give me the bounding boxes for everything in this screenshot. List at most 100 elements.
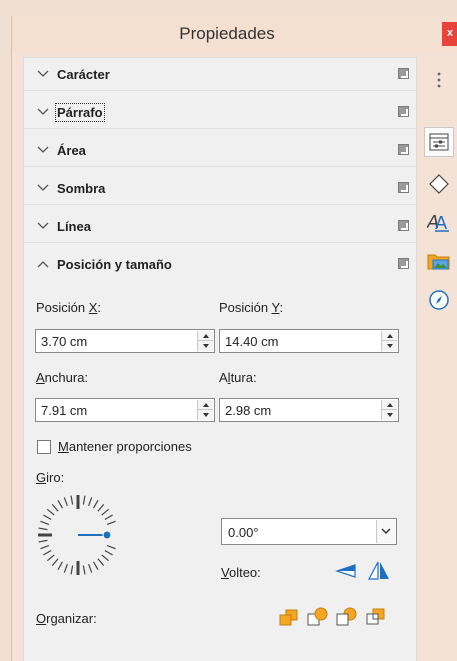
properties-panel: Carácter Párrafo Área Sombra Línea Posic… (23, 57, 417, 661)
bring-to-front-icon[interactable] (279, 609, 299, 627)
more-options-icon[interactable] (398, 106, 409, 117)
diamond-icon (429, 174, 449, 194)
dial-tick (106, 545, 116, 550)
section-area[interactable]: Área (24, 134, 416, 167)
section-caracter[interactable]: Carácter (24, 58, 416, 91)
width-label: Anchura: (36, 370, 89, 385)
spin-down-icon[interactable] (198, 341, 213, 351)
window-title: Propiedades (179, 24, 275, 43)
svg-text:A: A (435, 213, 448, 233)
more-options-icon[interactable] (398, 220, 409, 231)
deck-menu-button[interactable] (424, 65, 454, 95)
styles-icon: A A (427, 212, 449, 233)
dial-tick (82, 565, 86, 575)
pos-y-label: Posición Y: (219, 300, 284, 315)
pos-x-spinner[interactable] (197, 331, 213, 351)
dial-tick (88, 563, 93, 573)
flip-vertical-icon[interactable] (335, 563, 357, 579)
close-button[interactable]: x (442, 22, 457, 46)
dial-tick (101, 508, 110, 516)
spin-up-icon[interactable] (198, 400, 213, 410)
chevron-down-icon (37, 222, 49, 229)
dial-tick (88, 497, 93, 507)
spin-down-icon[interactable] (198, 410, 213, 420)
more-options-icon[interactable] (398, 258, 409, 269)
dial-tick (104, 514, 113, 521)
dial-tick (46, 554, 55, 562)
spin-up-icon[interactable] (198, 331, 213, 341)
chevron-up-icon (37, 261, 49, 268)
arrange-label: Organizar: (36, 611, 97, 626)
bring-forward-icon[interactable] (307, 607, 329, 627)
dial-tick (82, 495, 86, 505)
deck-properties-button[interactable] (424, 127, 454, 157)
dial-tick (97, 503, 105, 512)
more-options-icon[interactable] (398, 144, 409, 155)
section-sombra[interactable]: Sombra (24, 172, 416, 205)
keep-ratio-label[interactable]: Mantener proporciones (58, 439, 192, 454)
chevron-down-icon[interactable] (376, 520, 395, 543)
pos-y-spinner[interactable] (381, 331, 397, 351)
spin-down-icon[interactable] (382, 410, 397, 420)
section-label: Sombra (57, 181, 106, 196)
send-backward-icon[interactable] (336, 607, 358, 627)
sidebar-deck: A A (422, 57, 457, 661)
chevron-down-icon (37, 184, 49, 191)
section-label: Posición y tamaño (57, 257, 172, 272)
flip-horizontal-icon[interactable] (368, 561, 390, 580)
dial-tick (63, 497, 68, 507)
section-linea[interactable]: Línea (24, 210, 416, 243)
section-posicion-tamano[interactable]: Posición y tamaño (24, 248, 416, 281)
title-bar[interactable]: Propiedades x (12, 16, 457, 52)
pos-y-value: 14.40 cm (225, 334, 279, 349)
dial-tick (92, 561, 99, 570)
chevron-down-icon (37, 146, 49, 153)
dial-tick (92, 500, 99, 509)
dial-tick (70, 495, 74, 505)
dial-tick (51, 558, 59, 567)
deck-navigator-button[interactable] (424, 285, 454, 315)
dial-tick (46, 508, 55, 516)
send-to-back-icon[interactable] (366, 608, 386, 626)
pos-x-field[interactable]: 3.70 cm (35, 329, 215, 353)
height-field[interactable]: 2.98 cm (219, 398, 399, 422)
keep-ratio-checkbox[interactable] (37, 440, 51, 454)
spin-down-icon[interactable] (382, 341, 397, 351)
more-options-icon[interactable] (398, 68, 409, 79)
rotation-value: 0.00° (228, 525, 259, 540)
spin-up-icon[interactable] (382, 331, 397, 341)
dial-tick (70, 565, 74, 575)
chevron-down-icon (37, 70, 49, 77)
properties-icon (429, 133, 449, 151)
deck-styles-button[interactable]: A A (424, 207, 454, 237)
dial-tick (106, 520, 116, 525)
compass-icon (429, 290, 449, 310)
height-value: 2.98 cm (225, 403, 272, 418)
spin-up-icon[interactable] (382, 400, 397, 410)
rotation-label: Giro: (36, 470, 65, 485)
rotation-dropdown[interactable]: 0.00° (221, 518, 397, 545)
section-label: Carácter (57, 67, 110, 82)
rotation-dial[interactable] (35, 492, 121, 578)
width-field[interactable]: 7.91 cm (35, 398, 215, 422)
chevron-down-icon (37, 108, 49, 115)
dial-tick (38, 539, 48, 543)
dial-tick (40, 545, 50, 550)
section-parrafo[interactable]: Párrafo (24, 96, 416, 129)
section-label: Línea (57, 219, 91, 234)
width-spinner[interactable] (197, 400, 213, 420)
flip-label: Volteo: (221, 565, 261, 580)
vertical-dots-icon (437, 72, 441, 88)
dial-tick (51, 503, 59, 512)
dial-tick (63, 563, 68, 573)
deck-shapes-button[interactable] (424, 169, 454, 199)
pos-x-value: 3.70 cm (41, 334, 88, 349)
more-options-icon[interactable] (398, 182, 409, 193)
dial-handle[interactable] (102, 530, 112, 540)
pos-y-field[interactable]: 14.40 cm (219, 329, 399, 353)
height-spinner[interactable] (381, 400, 397, 420)
deck-gallery-button[interactable] (424, 246, 454, 276)
dial-tick (43, 514, 52, 521)
sidebar-window: Propiedades x Carácter Párrafo Área Somb… (11, 16, 457, 661)
dial-tick (104, 549, 113, 556)
